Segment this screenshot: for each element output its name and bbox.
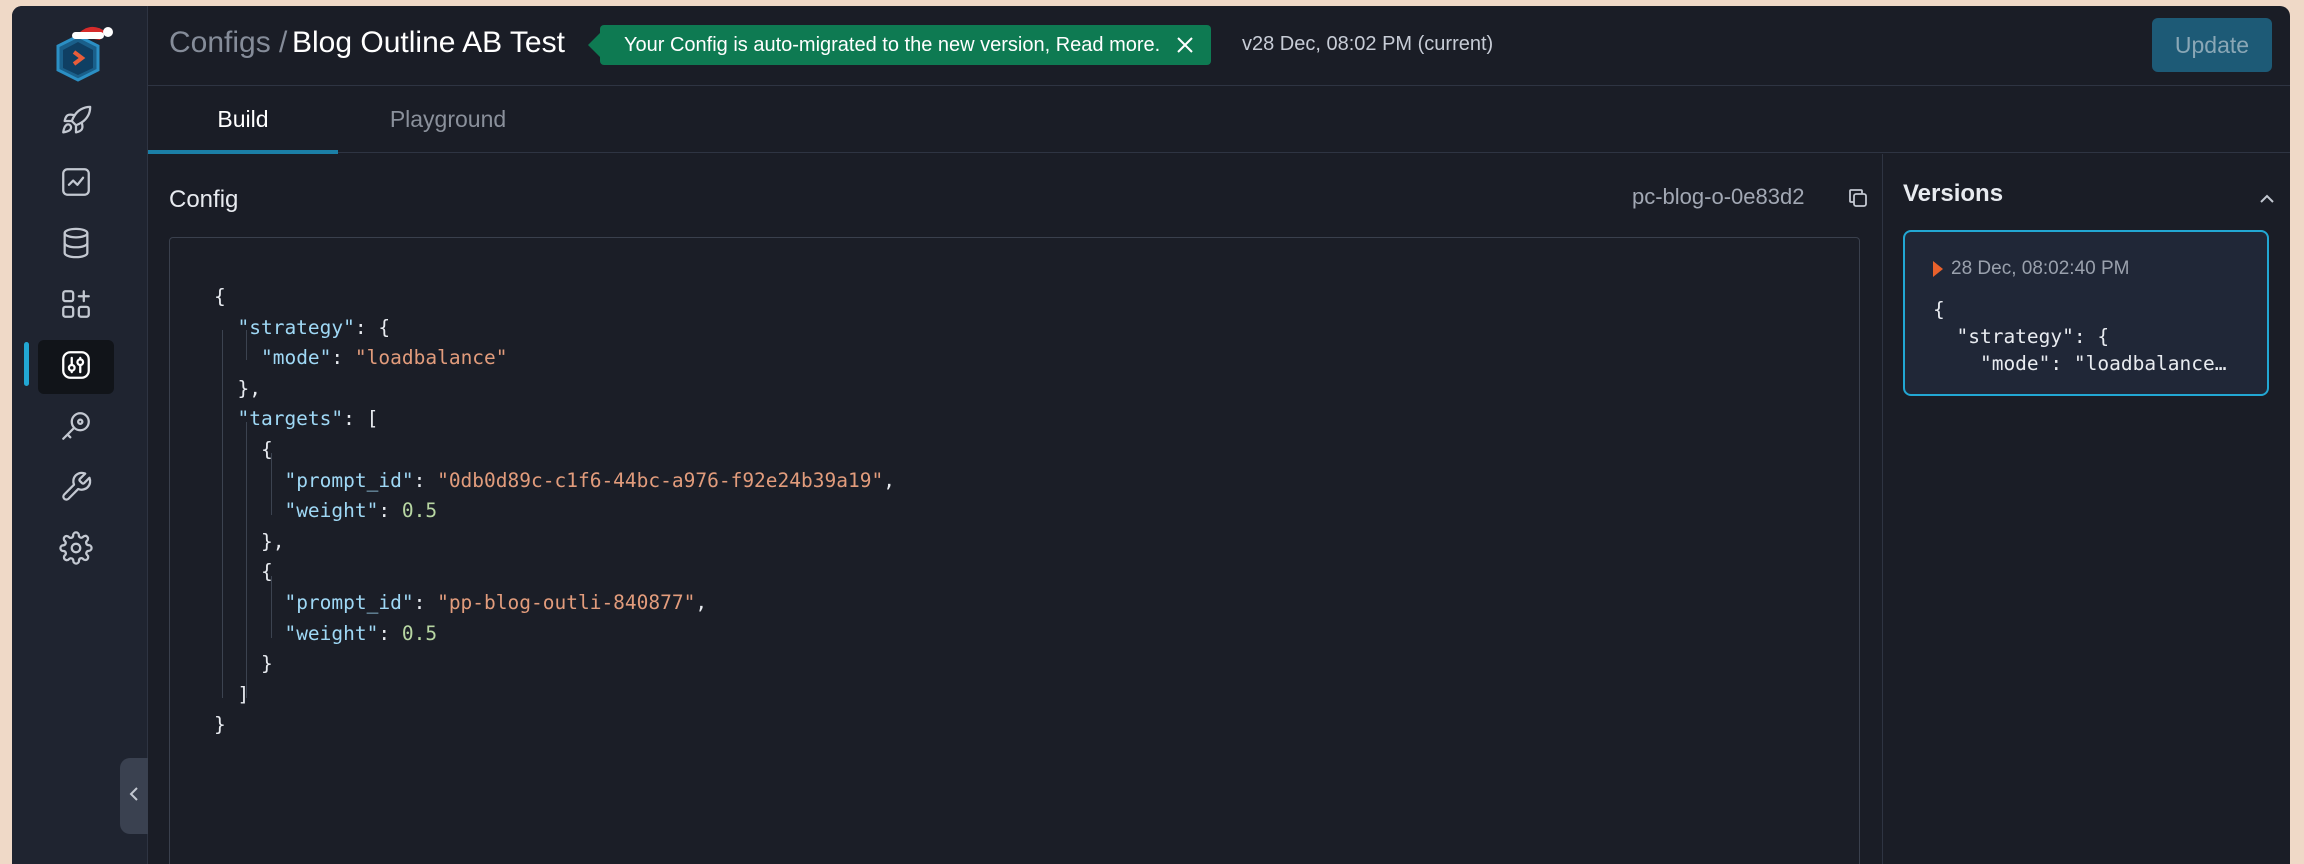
active-nav-indicator xyxy=(24,342,29,386)
sidebar-item-tools[interactable] xyxy=(38,462,114,516)
json-punctuation: , xyxy=(695,590,708,614)
code-line: } xyxy=(214,649,895,680)
code-line: } xyxy=(214,710,895,741)
sidebar-item-api-keys[interactable] xyxy=(38,401,114,455)
panel-divider xyxy=(1882,154,1883,864)
caret-right-icon xyxy=(1931,260,1945,278)
page-header: Configs / Blog Outline AB Test Your Conf… xyxy=(148,6,2290,86)
config-section-title: Config xyxy=(169,186,239,213)
config-json-editor[interactable]: { "strategy": { "mode": "loadbalance" },… xyxy=(169,237,1860,864)
json-key: "weight" xyxy=(284,499,379,523)
sidebar-item-settings[interactable] xyxy=(38,523,114,577)
code-line: }, xyxy=(214,374,895,405)
json-punctuation: , xyxy=(883,468,895,492)
code-line: "prompt_id": "0db0d89c-c1f6-44bc-a976-f9… xyxy=(214,466,895,497)
breadcrumb-parent[interactable]: Configs / xyxy=(169,26,287,60)
json-key: "prompt_id" xyxy=(284,590,414,614)
json-number: 0.5 xyxy=(401,621,438,645)
key-icon xyxy=(59,409,93,448)
sidebar-item-analytics[interactable] xyxy=(38,157,114,211)
version-timestamp: 28 Dec, 08:02:40 PM xyxy=(1951,258,2130,279)
version-label: v28 Dec, 08:02 PM (current) xyxy=(1242,33,1494,55)
config-id: pc-blog-o-0e83d2 xyxy=(1632,184,1805,209)
config-json-code: { "strategy": { "mode": "loadbalance" },… xyxy=(214,282,895,741)
add-widget-icon xyxy=(59,287,93,326)
versions-title: Versions xyxy=(1903,180,2004,207)
configs-icon xyxy=(59,348,93,387)
json-punctuation: }, xyxy=(260,529,285,553)
code-line: "weight": 0.5 xyxy=(214,496,895,527)
update-button[interactable]: Update xyxy=(2152,18,2272,72)
app-logo[interactable] xyxy=(48,18,118,88)
json-punctuation: : xyxy=(331,346,355,370)
json-key: "prompt_id" xyxy=(284,468,414,492)
tab-playground[interactable]: Playground xyxy=(368,86,528,153)
chevron-left-icon xyxy=(127,785,141,808)
tab-build[interactable]: Build xyxy=(148,86,338,154)
banner-text[interactable]: Your Config is auto-migrated to the new … xyxy=(624,34,1160,57)
json-string: "loadbalance" xyxy=(354,346,508,370)
json-punctuation: : xyxy=(413,468,438,492)
sidebar-item-launch[interactable] xyxy=(38,96,114,150)
close-icon[interactable] xyxy=(1175,35,1195,55)
json-string: "pp-blog-outli-840877" xyxy=(437,590,696,614)
rocket-icon xyxy=(59,104,93,143)
code-line: }, xyxy=(214,527,895,558)
json-key: "strategy" xyxy=(237,315,355,339)
json-key: "targets" xyxy=(237,407,344,431)
json-string: "0db0d89c-c1f6-44bc-a976-f92e24b39a19" xyxy=(437,468,884,492)
version-preview: { "strategy": { "mode": "loadbalance… xyxy=(1933,298,2227,375)
sidebar-item-logs[interactable] xyxy=(38,218,114,272)
code-line: ] xyxy=(214,680,895,711)
sidebar-collapse-button[interactable] xyxy=(120,758,148,834)
json-punctuation: : { xyxy=(354,315,391,339)
gear-icon xyxy=(59,530,93,570)
chevron-up-icon[interactable] xyxy=(2256,188,2278,210)
json-key: "weight" xyxy=(284,621,379,645)
json-number: 0.5 xyxy=(401,499,438,523)
json-punctuation: { xyxy=(260,437,273,461)
json-punctuation: ] xyxy=(237,682,250,706)
app-window: Configs / Blog Outline AB Test Your Conf… xyxy=(12,6,2290,864)
code-line: { xyxy=(214,435,895,466)
sidebar xyxy=(12,6,148,864)
json-punctuation: : xyxy=(378,499,402,523)
code-line: "prompt_id": "pp-blog-outli-840877", xyxy=(214,588,895,619)
code-line: "mode": "loadbalance" xyxy=(214,343,895,374)
sidebar-item-prompts[interactable] xyxy=(38,279,114,333)
code-line: { xyxy=(214,557,895,588)
json-punctuation: }, xyxy=(237,376,261,400)
json-punctuation: { xyxy=(214,285,226,308)
version-card[interactable]: 28 Dec, 08:02:40 PM { "strategy": { "mod… xyxy=(1903,230,2269,396)
tab-bar: Build Playground xyxy=(148,86,2290,154)
sidebar-item-configs[interactable] xyxy=(38,340,114,394)
json-punctuation: } xyxy=(214,713,226,737)
wrench-icon xyxy=(59,470,93,509)
copy-icon[interactable] xyxy=(1846,186,1870,210)
page-title: Blog Outline AB Test xyxy=(292,26,565,59)
migration-banner: Your Config is auto-migrated to the new … xyxy=(588,25,1211,65)
json-punctuation: { xyxy=(260,560,273,584)
json-key: "mode" xyxy=(260,346,332,370)
code-line: "strategy": { xyxy=(214,313,895,344)
code-line: { xyxy=(214,282,895,313)
code-line: "weight": 0.5 xyxy=(214,619,895,650)
database-icon xyxy=(59,226,93,265)
json-punctuation: } xyxy=(260,652,273,676)
code-line: "targets": [ xyxy=(214,404,895,435)
json-punctuation: : xyxy=(413,590,438,614)
json-punctuation: : xyxy=(378,621,402,645)
analytics-icon xyxy=(59,165,93,204)
json-punctuation: : [ xyxy=(343,407,379,431)
